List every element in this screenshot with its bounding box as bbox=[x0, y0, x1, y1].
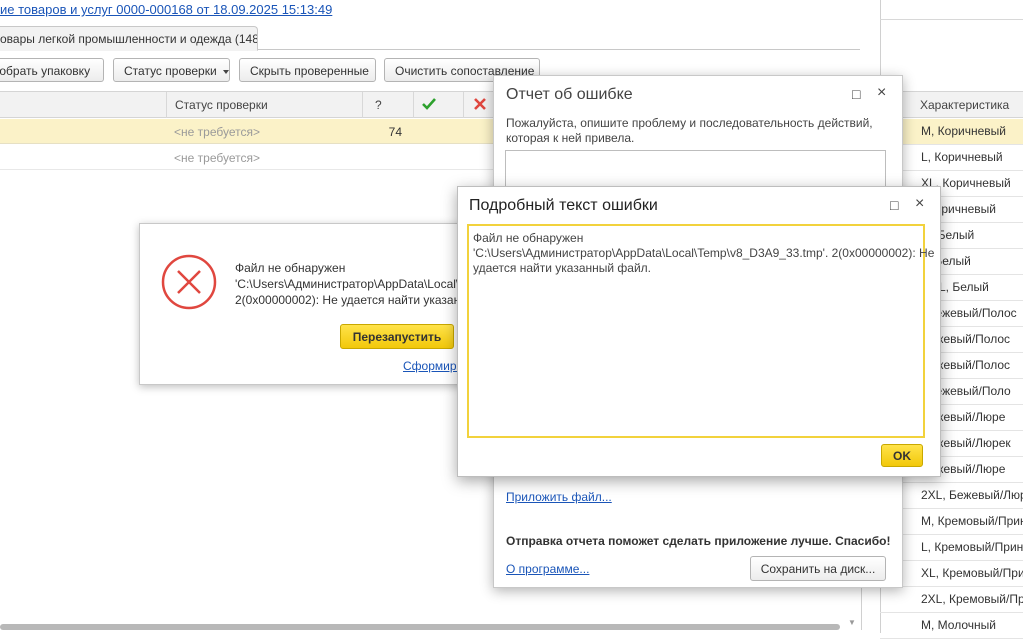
check-status-label: Статус проверки bbox=[124, 64, 217, 78]
row-count: 74 bbox=[388, 125, 402, 139]
document-title-link[interactable]: ие товаров и услуг 0000-000168 от 18.09.… bbox=[0, 2, 332, 17]
hide-checked-button[interactable]: Скрыть проверенные bbox=[239, 58, 376, 82]
problem-description-input[interactable] bbox=[505, 150, 886, 190]
error-message-text: Файл не обнаружен 'C:\Users\Администрато… bbox=[235, 260, 465, 308]
grid-header-checked[interactable] bbox=[413, 92, 463, 118]
about-link[interactable]: О программе... bbox=[506, 562, 589, 576]
restart-button[interactable]: Перезапустить bbox=[340, 324, 454, 349]
close-icon[interactable]: × bbox=[877, 84, 886, 102]
error-line-2: 'C:\Users\Администратор\AppData\Local\Te bbox=[235, 277, 465, 291]
right-pane-top bbox=[880, 0, 1023, 20]
horizontal-scrollbar[interactable] bbox=[0, 624, 840, 630]
detailed-error-dialog: Подробный текст ошибки □ × Файл не обнар… bbox=[457, 186, 941, 477]
maximize-icon[interactable]: □ bbox=[890, 197, 898, 213]
detail-dialog-title: Подробный текст ошибки bbox=[469, 197, 658, 214]
grid-header-blank bbox=[0, 92, 166, 118]
grid-header-question[interactable]: ? bbox=[362, 92, 413, 118]
save-to-disk-button[interactable]: Сохранить на диск... bbox=[750, 556, 886, 581]
report-thanks-text: Отправка отчета поможет сделать приложен… bbox=[506, 534, 891, 548]
row-status: <не требуется> bbox=[174, 125, 260, 139]
error-line-3: 2(0x00000002): Не удается найти указанн bbox=[235, 293, 465, 307]
check-icon bbox=[422, 98, 436, 110]
maximize-icon[interactable]: □ bbox=[852, 86, 860, 102]
characteristic-row[interactable]: M, Молочный bbox=[880, 613, 1023, 639]
row-status: <не требуется> bbox=[174, 151, 260, 165]
check-status-dropdown[interactable]: Статус проверки bbox=[113, 58, 230, 82]
report-description: Пожалуйста, опишите проблему и последова… bbox=[506, 116, 873, 145]
close-icon[interactable]: × bbox=[915, 195, 924, 213]
error-circle-icon bbox=[161, 254, 217, 310]
detail-line-2: 'C:\Users\Администратор\AppData\Local\Te… bbox=[473, 246, 935, 260]
error-detail-textbox[interactable]: Файл не обнаружен 'C:\Users\Администрато… bbox=[467, 224, 935, 438]
tab-light-industry[interactable]: овары легкой промышленности и одежда (14… bbox=[0, 26, 258, 51]
chevron-down-icon bbox=[222, 69, 229, 74]
error-line-1: Файл не обнаружен bbox=[235, 261, 346, 275]
error-message-box: Файл не обнаружен 'C:\Users\Администрато… bbox=[139, 223, 469, 385]
detail-line-3: удается найти указанный файл. bbox=[473, 261, 652, 275]
cross-icon bbox=[474, 98, 486, 110]
characteristic-row[interactable]: 2XL, Кремовый/Прин bbox=[880, 587, 1023, 613]
generate-report-link[interactable]: Сформиро bbox=[403, 359, 463, 373]
grid-header-status[interactable]: Статус проверки bbox=[166, 92, 362, 118]
detail-line-1: Файл не обнаружен bbox=[473, 231, 584, 245]
collect-package-button[interactable]: зобрать упаковку bbox=[0, 58, 104, 82]
attach-file-link[interactable]: Приложить файл... bbox=[506, 490, 612, 504]
report-dialog-title: Отчет об ошибке bbox=[506, 86, 633, 103]
scroll-down-icon[interactable]: ▼ bbox=[848, 618, 856, 627]
ok-button[interactable]: OK bbox=[881, 444, 923, 467]
